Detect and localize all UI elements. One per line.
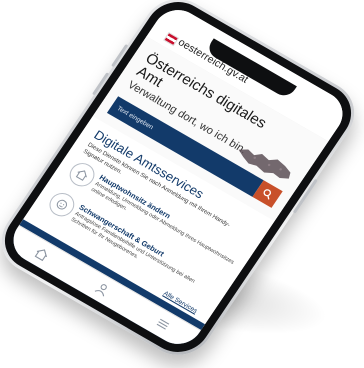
menu-icon xyxy=(156,318,170,330)
phone-screen: oesterreich.gv.at Österreichs digitales … xyxy=(4,1,352,353)
home-icon xyxy=(34,249,48,262)
phone-mockup: oesterreich.gv.at Österreichs digitales … xyxy=(0,0,364,368)
phone-device: oesterreich.gv.at Österreichs digitales … xyxy=(0,0,364,368)
search-icon xyxy=(263,189,272,200)
home-icon xyxy=(75,170,87,181)
baby-icon xyxy=(56,199,68,210)
user-icon xyxy=(94,284,107,297)
